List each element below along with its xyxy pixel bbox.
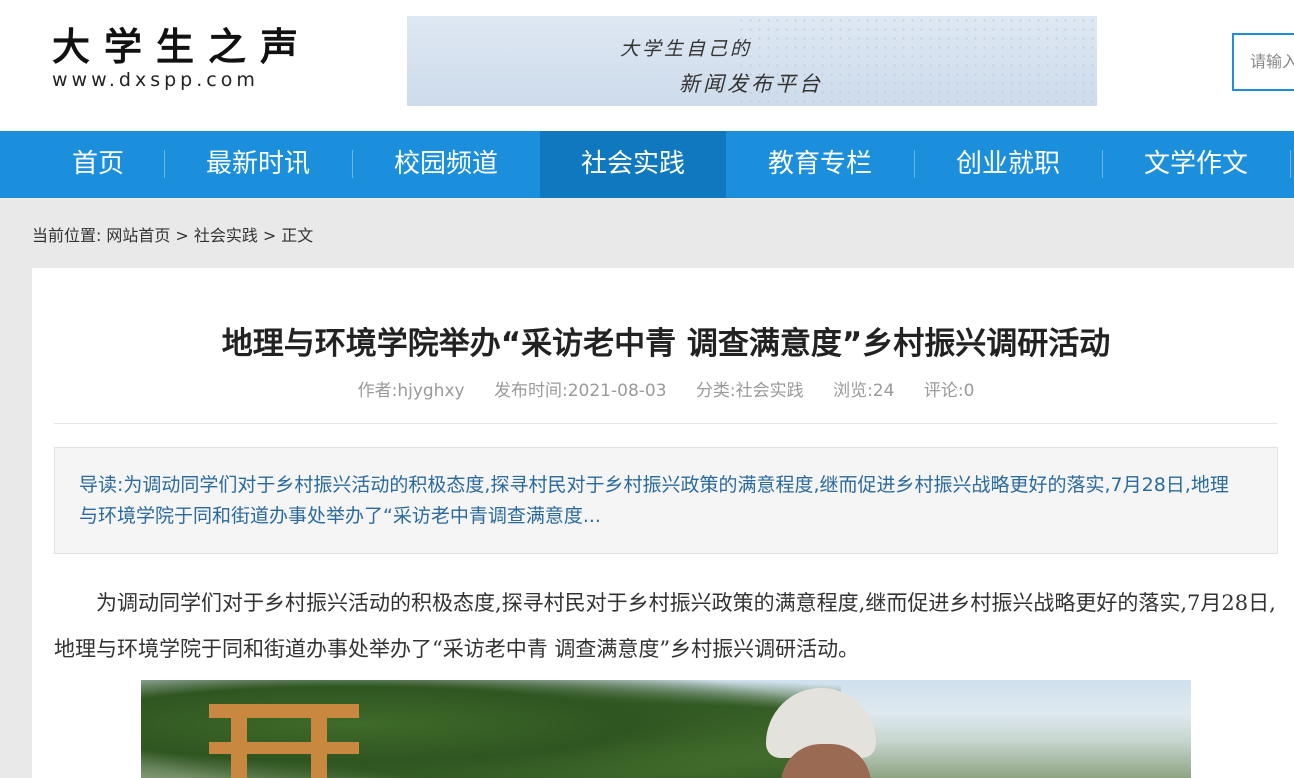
article-meta: 作者:hjyghxy 发布时间:2021-08-03 分类:社会实践 浏览:24… — [32, 376, 1294, 401]
article-date: 发布时间:2021-08-03 — [494, 381, 667, 401]
nav-item-career[interactable]: 创业就职 — [920, 131, 1096, 198]
header-banner: 大学生自己的 新闻发布平台 — [407, 16, 1097, 106]
meta-divider — [54, 423, 1278, 424]
breadcrumb: 当前位置: 网站首页 > 社会实践 > 正文 — [32, 222, 318, 246]
article-author: 作者:hjyghxy — [357, 381, 465, 401]
banner-slogan-line2: 新闻发布平台 — [679, 72, 823, 96]
logo-title: 大学生之声 — [52, 25, 313, 69]
search-input[interactable]: 请输入 — [1232, 33, 1294, 91]
article-views: 浏览:24 — [833, 381, 895, 401]
article-photo — [141, 680, 1191, 778]
breadcrumb-category-link[interactable]: 社会实践 — [194, 226, 258, 245]
breadcrumb-separator: > — [175, 226, 189, 245]
breadcrumb-home-link[interactable]: 网站首页 — [106, 226, 170, 245]
breadcrumb-current: 正文 — [281, 226, 314, 245]
breadcrumb-separator: > — [262, 226, 277, 245]
nav-divider — [1290, 150, 1291, 178]
article-panel: 地理与环境学院举办“采访老中青 调查满意度”乡村振兴调研活动 作者:hjyghx… — [32, 268, 1294, 778]
nav-item-social-practice[interactable]: 社会实践 — [540, 131, 726, 198]
logo-url: www.dxspp.com — [52, 69, 259, 91]
article-body-paragraph: 为调动同学们对于乡村振兴活动的积极态度,探寻村民对于乡村振兴政策的满意程度,继而… — [54, 591, 1276, 661]
main-nav: 首页 最新时讯 校园频道 社会实践 教育专栏 创业就职 文学作文 — [0, 131, 1294, 198]
nav-divider — [1102, 150, 1103, 178]
site-header: 大学生之声 www.dxspp.com 大学生自己的 新闻发布平台 请输入 — [0, 0, 1294, 131]
banner-slogan-line1: 大学生自己的 — [620, 38, 753, 60]
nav-divider — [164, 150, 165, 178]
article-comments: 评论:0 — [923, 381, 975, 401]
nav-item-education[interactable]: 教育专栏 — [732, 131, 908, 198]
breadcrumb-prefix: 当前位置: — [32, 226, 102, 245]
nav-item-home[interactable]: 首页 — [38, 131, 158, 198]
nav-item-campus[interactable]: 校园频道 — [358, 131, 534, 198]
article-title: 地理与环境学院举办“采访老中青 调查满意度”乡村振兴调研活动 — [221, 326, 1111, 362]
nav-divider — [914, 150, 915, 178]
photo-wooden-frame — [209, 742, 359, 754]
nav-divider — [352, 150, 353, 178]
nav-item-literature[interactable]: 文学作文 — [1108, 131, 1284, 198]
nav-item-latest-news[interactable]: 最新时讯 — [170, 131, 346, 198]
article-category[interactable]: 分类:社会实践 — [696, 381, 804, 401]
article-summary: 导读:为调动同学们对于乡村振兴活动的积极态度,探寻村民对于乡村振兴政策的满意程度… — [54, 447, 1278, 554]
photo-wooden-post — [231, 704, 247, 778]
site-logo[interactable]: 大学生之声 www.dxspp.com — [52, 26, 322, 96]
